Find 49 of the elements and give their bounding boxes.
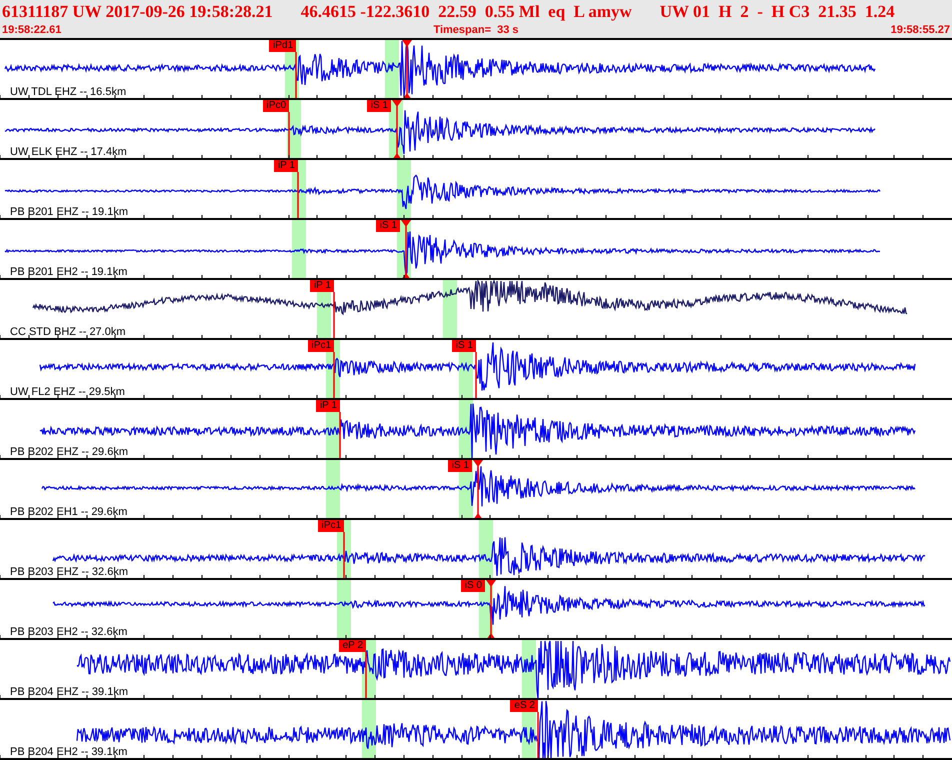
event-summary: 61311187 UW 2017-09-26 19:58:28.21 bbox=[2, 1, 273, 23]
channel-label: PB B202 EHZ -- 29.6km bbox=[10, 446, 128, 458]
pick-line[interactable] bbox=[365, 652, 367, 700]
time-window bbox=[443, 280, 457, 340]
pick-marker-icon[interactable] bbox=[392, 100, 402, 160]
pick-marker-icon[interactable] bbox=[473, 460, 483, 520]
pick-line[interactable] bbox=[333, 292, 335, 340]
time-window bbox=[385, 40, 399, 100]
pick-label[interactable]: iPd1 bbox=[268, 40, 296, 52]
channel-label: PB B201 EHZ -- 19.1km bbox=[10, 206, 128, 218]
pick-marker-icon[interactable] bbox=[401, 220, 411, 280]
pick-label[interactable]: iPc1 bbox=[318, 520, 344, 532]
channel-label: UW TDL EHZ -- 16.5km bbox=[10, 86, 126, 98]
channel-label: PB B203 EHZ -- 32.6km bbox=[10, 566, 128, 578]
pick-line[interactable] bbox=[537, 712, 539, 760]
channel-label: PB B202 EH1 -- 29.6km bbox=[10, 506, 128, 518]
pick-label[interactable]: iP 1 bbox=[310, 280, 334, 292]
channel-label: UW ELK EHZ -- 17.4km bbox=[10, 146, 127, 158]
pick-line[interactable] bbox=[339, 412, 341, 460]
pick-label[interactable]: eS 2 bbox=[510, 700, 538, 712]
pick-marker-icon[interactable] bbox=[486, 580, 496, 640]
channel-label: PB B201 EH2 -- 19.1km bbox=[10, 266, 128, 278]
event-summary: UW 01 H 2 - H C3 21.35 1.24 bbox=[660, 1, 895, 23]
pick-line[interactable] bbox=[288, 112, 290, 160]
end-time: 19:58:55.27 bbox=[890, 24, 950, 37]
channel-label: CC STD BHZ -- 27.0km bbox=[10, 326, 126, 338]
timespan-label: Timespan= 33 s bbox=[433, 24, 519, 37]
pick-line[interactable] bbox=[295, 52, 297, 100]
channel-label: PB B204 EH2 -- 39.1km bbox=[10, 746, 128, 758]
time-window bbox=[292, 220, 306, 280]
pick-label[interactable]: iPc0 bbox=[262, 100, 289, 112]
pick-label[interactable]: iS 1 bbox=[452, 340, 476, 352]
pick-marker-icon[interactable] bbox=[402, 40, 412, 100]
time-window bbox=[479, 520, 493, 580]
channel-label: PB B204 EHZ -- 39.1km bbox=[10, 686, 128, 698]
pick-line[interactable] bbox=[333, 352, 335, 400]
pick-label[interactable]: iPc1 bbox=[308, 340, 334, 352]
start-time: 19:58:22.61 bbox=[2, 24, 62, 37]
time-window bbox=[337, 580, 351, 640]
pick-line[interactable] bbox=[297, 172, 299, 220]
channel-label: PB B203 EH2 -- 32.6km bbox=[10, 626, 128, 638]
pick-line[interactable] bbox=[343, 532, 345, 580]
pick-line[interactable] bbox=[475, 352, 477, 400]
channel-label: UW FL2 EHZ -- 29.5km bbox=[10, 386, 125, 398]
event-summary: 46.4615 -122.3610 22.59 0.55 Ml eq L amyw bbox=[300, 1, 632, 23]
pick-label[interactable]: iP 1 bbox=[274, 160, 298, 172]
pick-label[interactable]: iP 1 bbox=[316, 400, 340, 412]
pick-label[interactable]: eP 2 bbox=[338, 640, 366, 652]
time-window bbox=[326, 460, 340, 520]
